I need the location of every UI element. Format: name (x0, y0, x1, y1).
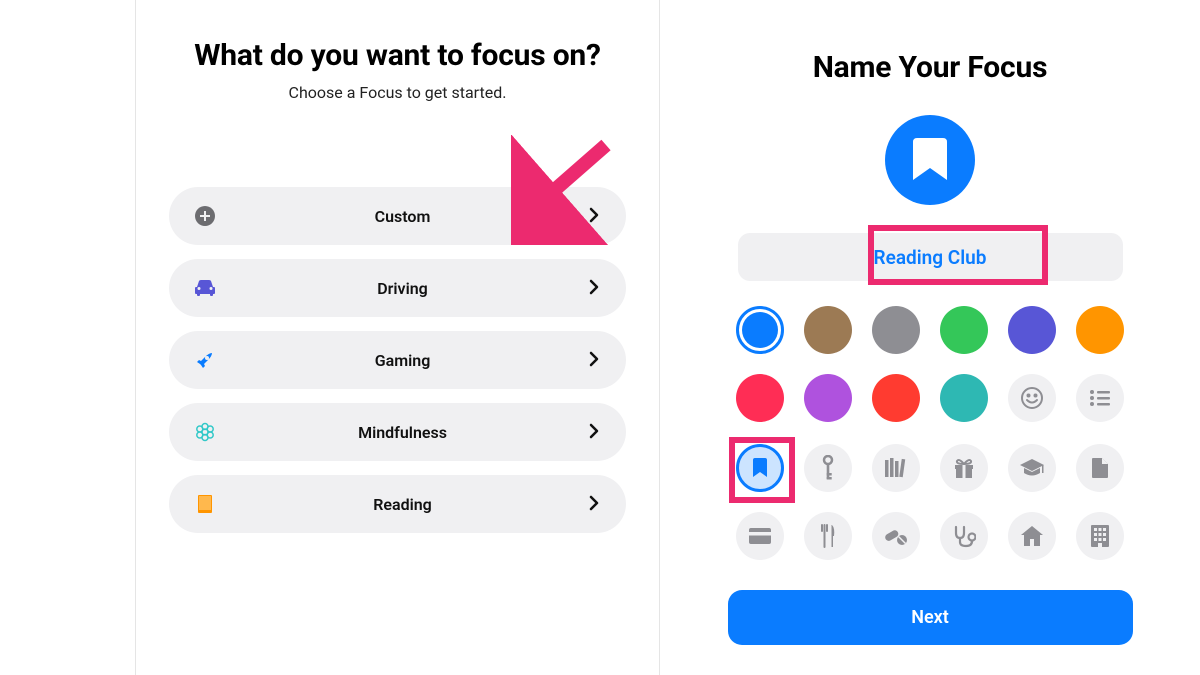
focus-option-label: Gaming (216, 351, 589, 370)
color-swatch-teal[interactable] (940, 374, 988, 422)
color-swatch-blue[interactable] (736, 306, 784, 354)
color-swatch-indigo[interactable] (1008, 306, 1056, 354)
next-button[interactable]: Next (728, 590, 1133, 645)
focus-option-custom[interactable]: Custom (169, 187, 626, 245)
focus-option-reading[interactable]: Reading (169, 475, 626, 533)
book-icon (194, 493, 216, 515)
focus-preview-icon (885, 115, 975, 205)
focus-option-label: Reading (216, 495, 589, 514)
color-picker (728, 306, 1133, 422)
flower-icon (194, 421, 216, 443)
chevron-right-icon (589, 423, 601, 441)
page-title: What do you want to focus on? (166, 38, 629, 73)
car-icon (194, 277, 216, 299)
chevron-right-icon (589, 207, 601, 225)
color-swatch-purple[interactable] (804, 374, 852, 422)
next-button-label: Next (911, 607, 949, 628)
color-swatch-green[interactable] (940, 306, 988, 354)
emoji-picker-button[interactable] (1008, 374, 1056, 422)
more-icons-button[interactable] (1076, 374, 1124, 422)
focus-option-label: Custom (216, 207, 589, 226)
color-swatch-pink[interactable] (736, 374, 784, 422)
glyph-stethoscope-icon[interactable] (940, 512, 988, 560)
plus-circle-icon (194, 205, 216, 227)
glyph-fork-knife-icon[interactable] (804, 512, 852, 560)
color-swatch-brown[interactable] (804, 306, 852, 354)
glyph-creditcard-icon[interactable] (736, 512, 784, 560)
glyph-bookmark-icon[interactable] (736, 444, 784, 492)
focus-name-value: Reading Club (874, 246, 987, 269)
focus-option-label: Mindfulness (216, 423, 589, 442)
glyph-graduation-icon[interactable] (1008, 444, 1056, 492)
focus-options-list: Custom Driving Gaming (166, 187, 629, 533)
name-focus-pane: Name Your Focus Reading Club (660, 0, 1200, 675)
page-subtitle: Choose a Focus to get started. (166, 83, 629, 102)
customize-grid (728, 306, 1133, 560)
focus-option-label: Driving (216, 279, 589, 298)
focus-picker-pane: What do you want to focus on? Choose a F… (135, 0, 660, 675)
glyph-gift-icon[interactable] (940, 444, 988, 492)
chevron-right-icon (589, 495, 601, 513)
color-swatch-red[interactable] (872, 374, 920, 422)
glyph-building-icon[interactable] (1076, 512, 1124, 560)
focus-name-input[interactable]: Reading Club (738, 233, 1123, 281)
page-title: Name Your Focus (660, 50, 1200, 85)
focus-option-gaming[interactable]: Gaming (169, 331, 626, 389)
glyph-picker (728, 444, 1133, 560)
glyph-pills-icon[interactable] (872, 512, 920, 560)
focus-option-driving[interactable]: Driving (169, 259, 626, 317)
color-swatch-grey[interactable] (872, 306, 920, 354)
glyph-books-icon[interactable] (872, 444, 920, 492)
color-swatch-orange[interactable] (1076, 306, 1124, 354)
chevron-right-icon (589, 351, 601, 369)
rocket-icon (194, 349, 216, 371)
glyph-house-icon[interactable] (1008, 512, 1056, 560)
glyph-key-icon[interactable] (804, 444, 852, 492)
chevron-right-icon (589, 279, 601, 297)
focus-option-mindfulness[interactable]: Mindfulness (169, 403, 626, 461)
glyph-file-icon[interactable] (1076, 444, 1124, 492)
